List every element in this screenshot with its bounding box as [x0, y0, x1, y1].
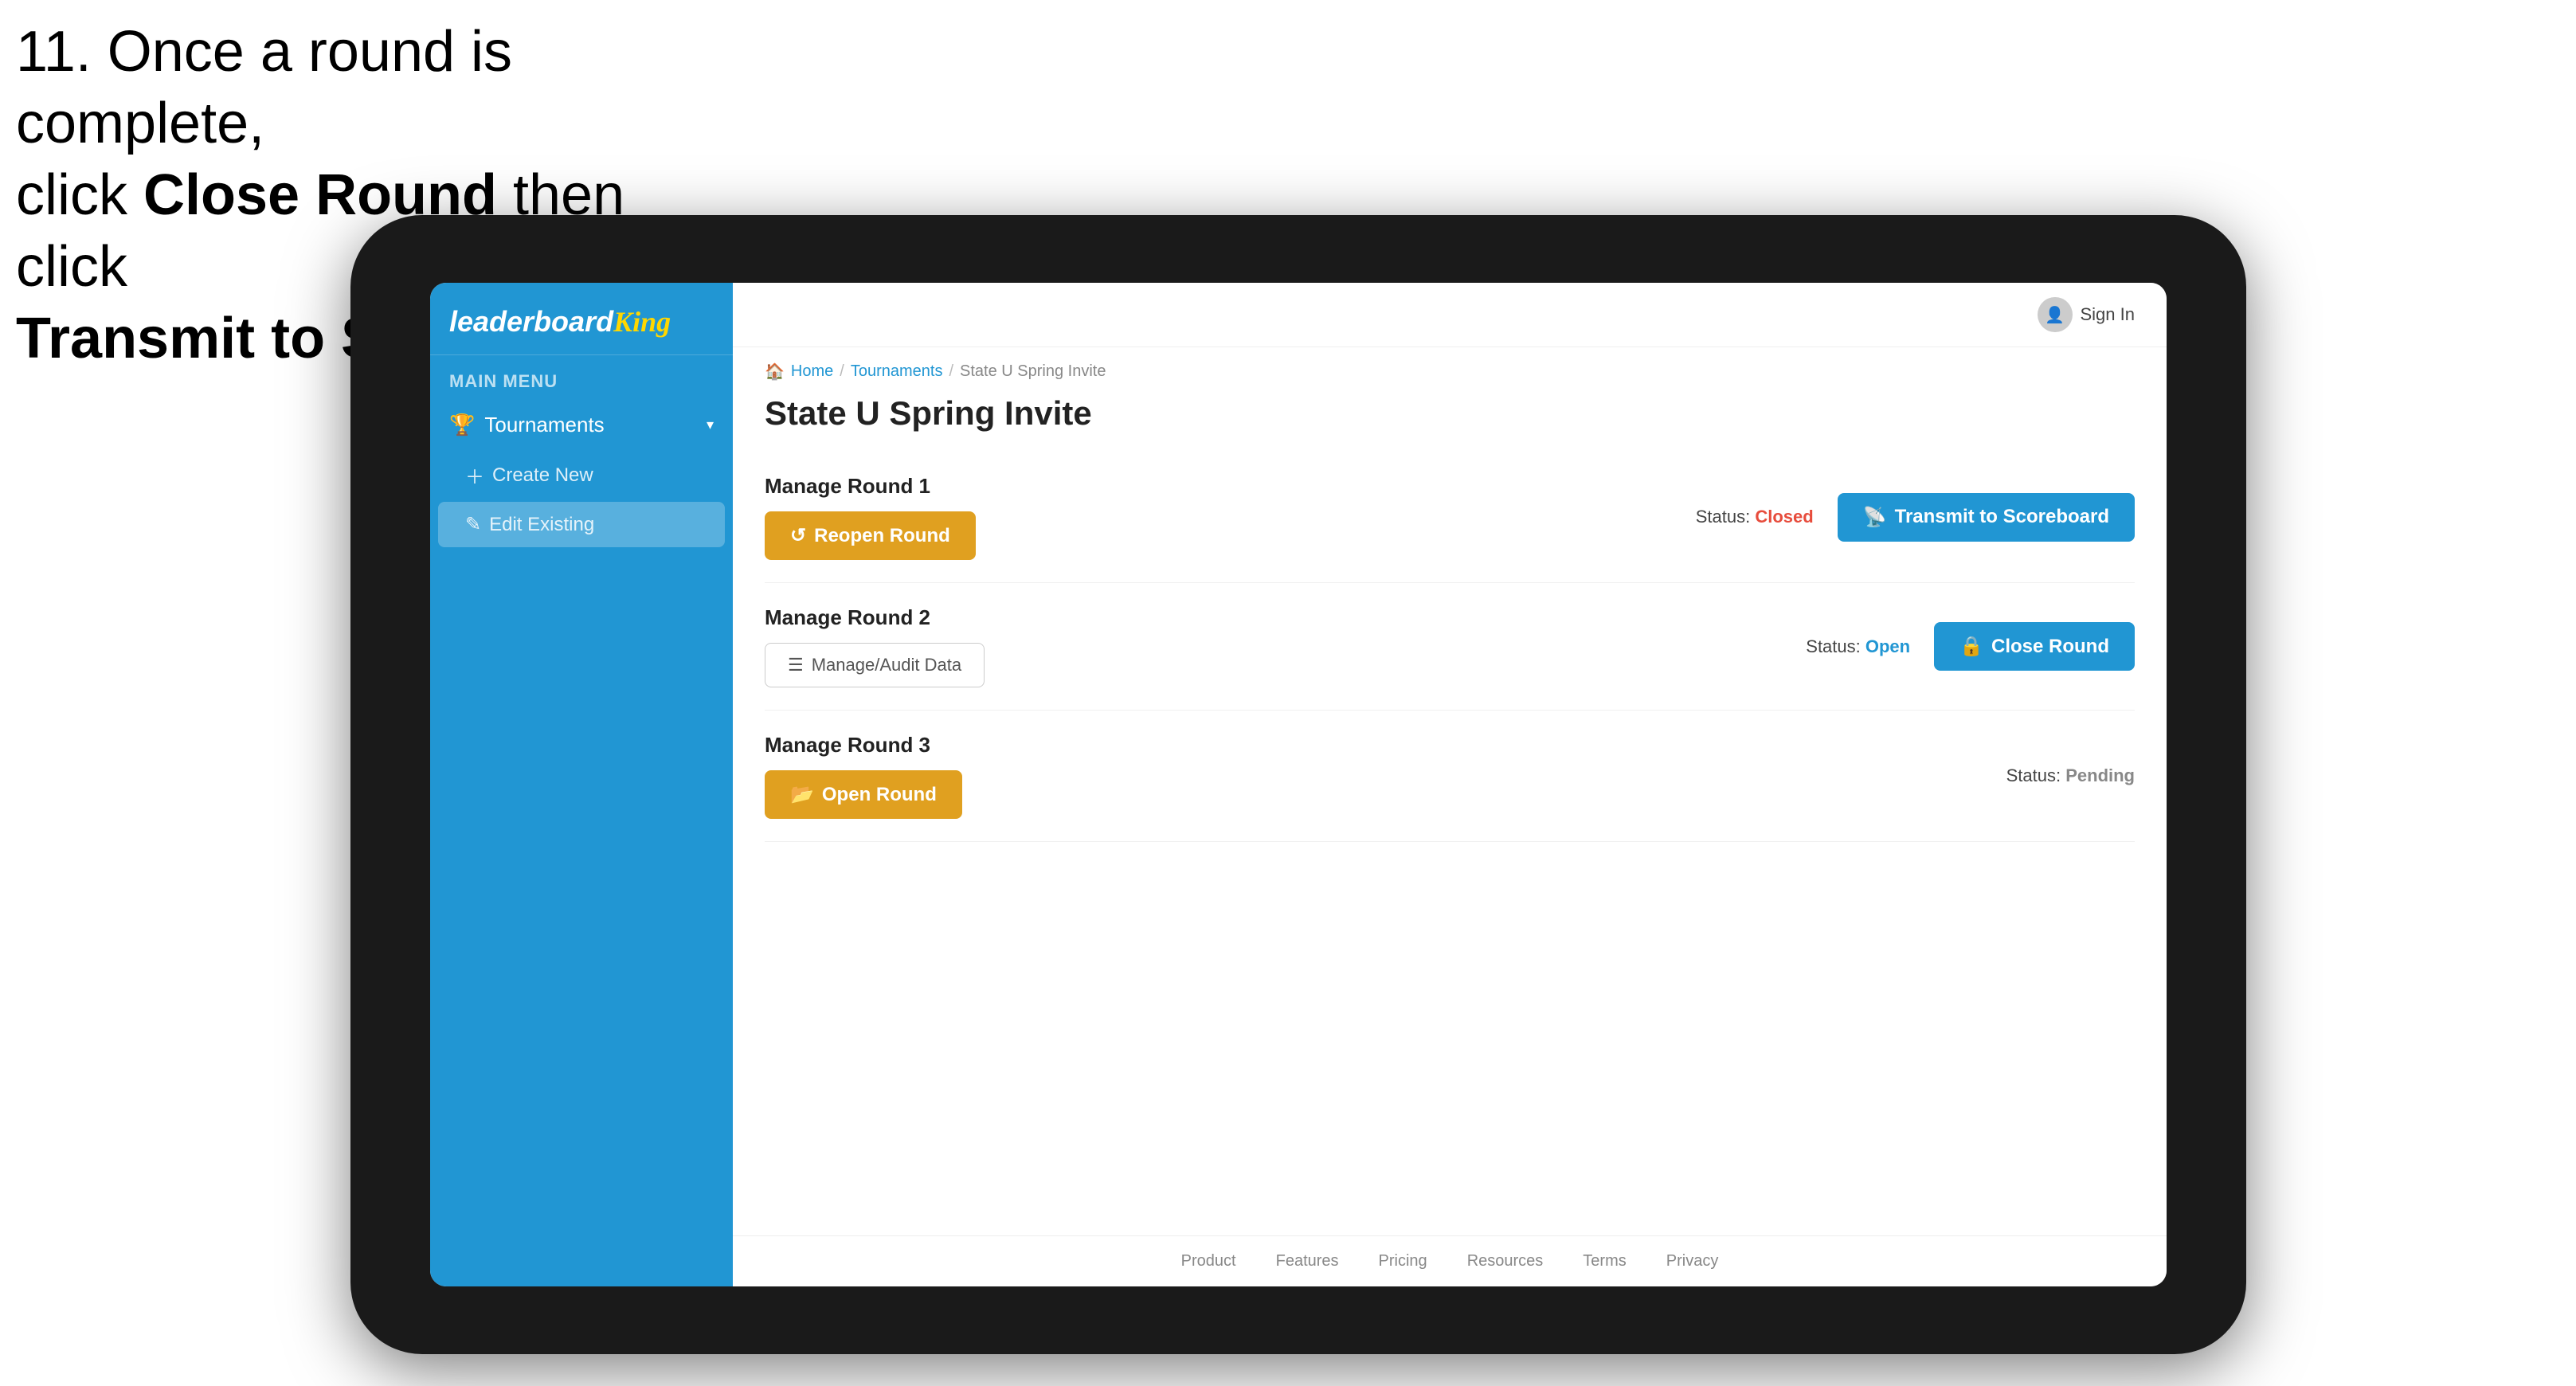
open-round-label: Open Round — [822, 784, 937, 806]
breadcrumb-sep1: / — [840, 362, 844, 381]
round-1-right: Status: Closed 📡 Transmit to Scoreboard — [1696, 493, 2135, 542]
round-3-status: Status: Pending — [2006, 765, 2135, 786]
round-2-right: Status: Open 🔒 Close Round — [1806, 622, 2135, 671]
chevron-down-icon: ▾ — [707, 417, 714, 433]
sidebar-item-tournaments[interactable]: 🏆 Tournaments ▾ — [430, 400, 733, 450]
logo: leaderboardKing — [449, 305, 714, 339]
user-avatar: 👤 — [2038, 297, 2073, 332]
reopen-icon: ↺ — [790, 524, 806, 547]
round-1-left: Manage Round 1 ↺ Reopen Round — [765, 474, 976, 560]
round-3-label: Manage Round 3 — [765, 733, 962, 758]
status-text-2: Status: — [1806, 636, 1860, 656]
transmit-label: Transmit to Scoreboard — [1895, 506, 2109, 528]
status-closed-badge: Closed — [1755, 507, 1813, 527]
status-text-3: Status: — [2006, 765, 2061, 785]
footer-product[interactable]: Product — [1181, 1252, 1236, 1270]
lock-icon: 🔒 — [1959, 635, 1983, 658]
tablet-screen: leaderboardKing MAIN MENU 🏆 Tournaments … — [430, 283, 2167, 1286]
round-3-right: Status: Pending — [2006, 765, 2135, 786]
main-content: 👤 Sign In 🏠 Home / Tournaments / State U… — [733, 283, 2167, 1286]
plus-icon: ＋ — [465, 461, 484, 489]
sidebar: leaderboardKing MAIN MENU 🏆 Tournaments … — [430, 283, 733, 1286]
manage-audit-label: Manage/Audit Data — [812, 655, 961, 675]
transmit-to-scoreboard-button[interactable]: 📡 Transmit to Scoreboard — [1838, 493, 2135, 542]
breadcrumb-sep2: / — [949, 362, 953, 381]
round-3-row: Manage Round 3 📂 Open Round Status: Pend… — [765, 711, 2135, 842]
status-pending-badge: Pending — [2065, 765, 2135, 785]
tablet-shell: leaderboardKing MAIN MENU 🏆 Tournaments … — [350, 215, 2246, 1354]
instruction-line2: click — [16, 163, 143, 227]
status-text: Status: — [1696, 507, 1750, 527]
breadcrumb-tournaments[interactable]: Tournaments — [851, 362, 943, 381]
page-title: State U Spring Invite — [733, 388, 2167, 452]
round-2-row: Manage Round 2 ☰ Manage/Audit Data Statu… — [765, 583, 2135, 711]
round-2-status: Status: Open — [1806, 636, 1910, 657]
rounds-container: Manage Round 1 ↺ Reopen Round Status: Cl… — [733, 452, 2167, 1235]
round-1-status: Status: Closed — [1696, 507, 1814, 527]
breadcrumb-current: State U Spring Invite — [960, 362, 1106, 381]
edit-icon: ✎ — [465, 513, 481, 536]
instruction-line1: 11. Once a round is complete, — [16, 20, 512, 155]
sidebar-item-create-new[interactable]: ＋ Create New — [430, 450, 733, 500]
edit-existing-label: Edit Existing — [489, 514, 594, 536]
footer-features[interactable]: Features — [1276, 1252, 1339, 1270]
reopen-round-button[interactable]: ↺ Reopen Round — [765, 511, 976, 560]
footer-terms[interactable]: Terms — [1583, 1252, 1626, 1270]
breadcrumb-home[interactable]: Home — [791, 362, 833, 381]
footer-pricing[interactable]: Pricing — [1379, 1252, 1427, 1270]
round-3-left: Manage Round 3 📂 Open Round — [765, 733, 962, 819]
create-new-label: Create New — [492, 464, 593, 487]
sidebar-item-edit-existing[interactable]: ✎ Edit Existing — [438, 502, 725, 547]
sign-in-button[interactable]: 👤 Sign In — [2038, 297, 2136, 332]
round-1-label: Manage Round 1 — [765, 474, 976, 499]
manage-audit-data-button[interactable]: ☰ Manage/Audit Data — [765, 643, 985, 687]
trophy-icon: 🏆 — [449, 413, 475, 437]
open-icon: 📂 — [790, 783, 814, 806]
status-open-badge: Open — [1865, 636, 1910, 656]
sidebar-nav: 🏆 Tournaments ▾ ＋ Create New ✎ Edit Exis… — [430, 400, 733, 549]
manage-icon: ☰ — [788, 655, 804, 675]
round-1-row: Manage Round 1 ↺ Reopen Round Status: Cl… — [765, 452, 2135, 583]
sign-in-label: Sign In — [2081, 304, 2136, 325]
home-icon: 🏠 — [765, 362, 785, 382]
main-menu-label: MAIN MENU — [430, 355, 733, 400]
round-2-label: Manage Round 2 — [765, 605, 985, 630]
app-layout: leaderboardKing MAIN MENU 🏆 Tournaments … — [430, 283, 2167, 1286]
reopen-round-label: Reopen Round — [814, 525, 950, 547]
transmit-icon: 📡 — [1863, 506, 1887, 529]
tournaments-label: Tournaments — [484, 413, 604, 437]
close-round-label: Close Round — [1991, 636, 2109, 658]
footer-privacy[interactable]: Privacy — [1666, 1252, 1719, 1270]
breadcrumb: 🏠 Home / Tournaments / State U Spring In… — [733, 347, 2167, 388]
sidebar-logo: leaderboardKing — [430, 283, 733, 355]
open-round-button[interactable]: 📂 Open Round — [765, 770, 962, 819]
close-round-button[interactable]: 🔒 Close Round — [1934, 622, 2135, 671]
top-bar: 👤 Sign In — [733, 283, 2167, 347]
footer: Product Features Pricing Resources Terms… — [733, 1235, 2167, 1286]
footer-resources[interactable]: Resources — [1467, 1252, 1544, 1270]
round-2-left: Manage Round 2 ☰ Manage/Audit Data — [765, 605, 985, 687]
